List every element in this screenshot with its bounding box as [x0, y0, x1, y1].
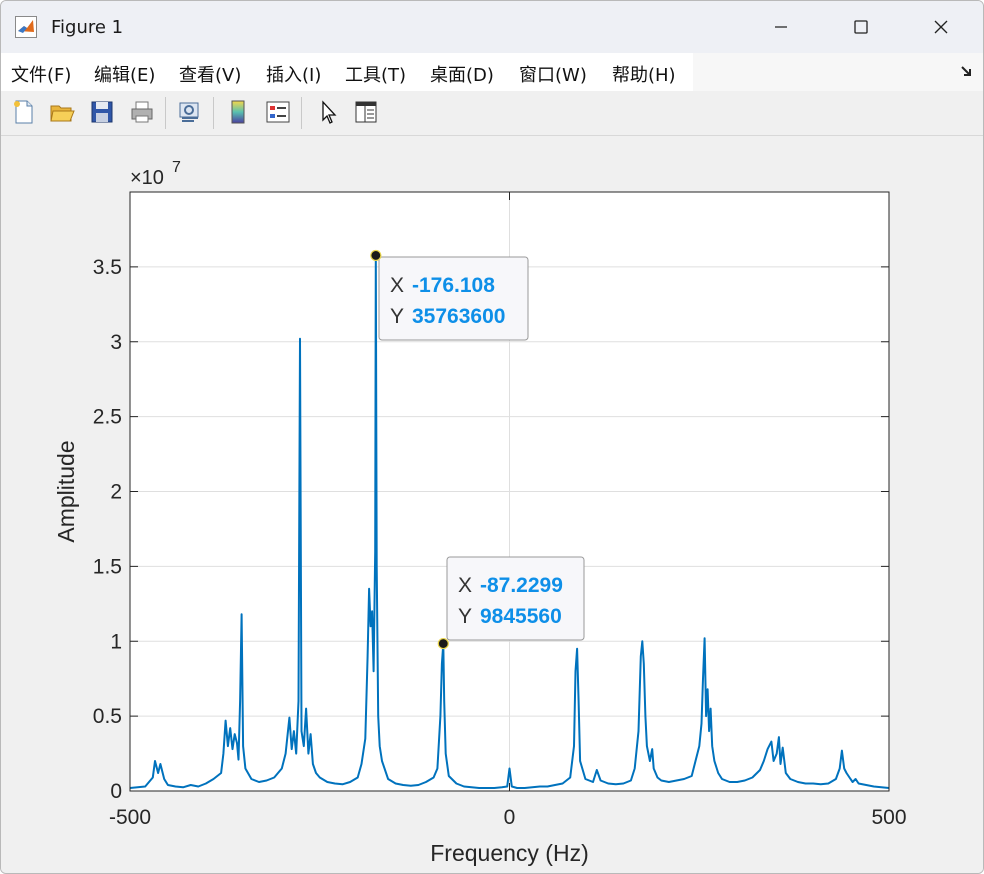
save-button[interactable] — [87, 97, 117, 127]
datatip-y-label: Y — [390, 305, 404, 328]
figure-toolbar — [1, 91, 983, 136]
new-figure-button[interactable] — [9, 97, 39, 127]
close-button[interactable] — [901, 1, 981, 53]
edit-plot-arrow-icon — [322, 100, 337, 124]
new-figure-icon — [14, 100, 33, 124]
print-button[interactable] — [127, 97, 157, 127]
edit-plot-button[interactable] — [313, 97, 343, 127]
open-file-button[interactable] — [47, 97, 77, 127]
y-exponent-label: ×10 — [130, 167, 164, 189]
datatip-x-label: X — [390, 274, 404, 297]
datatip-marker[interactable] — [370, 249, 382, 262]
print-icon — [131, 101, 153, 123]
insert-colorbar-button[interactable] — [223, 97, 253, 127]
property-inspector-icon — [355, 101, 377, 123]
datatip-y-value: 35763600 — [412, 305, 505, 328]
menu-view[interactable]: 查看(V) — [179, 61, 241, 87]
insert-legend-button[interactable] — [263, 97, 293, 127]
datatip-x-value: -87.2299 — [480, 574, 563, 597]
y-tick-label: 1.5 — [93, 555, 122, 578]
minimize-button[interactable] — [741, 1, 821, 53]
matlab-logo-icon — [15, 16, 37, 38]
x-axis-label: Frequency (Hz) — [430, 840, 588, 866]
insert-legend-icon — [266, 101, 290, 123]
menu-desktop[interactable]: 桌面(D) — [430, 61, 494, 87]
figure-canvas: -500 0 500 0 0.5 1 1.5 2 2.5 3 3.5 ×10 7 Frequency (H… — [1, 136, 983, 873]
y-tick-label: 2 — [110, 481, 122, 504]
x-tick-label: 500 — [871, 806, 906, 829]
datatip-x-label: X — [458, 574, 472, 597]
link-plot-icon — [179, 102, 199, 122]
maximize-icon — [854, 20, 868, 34]
save-icon — [91, 101, 113, 123]
open-file-icon — [50, 105, 75, 122]
title-bar: Figure 1 — [1, 1, 983, 53]
maximize-button[interactable] — [821, 1, 901, 53]
property-inspector-button[interactable] — [351, 97, 381, 127]
menu-file[interactable]: 文件(F) — [11, 61, 71, 87]
y-tick-label: 0.5 — [93, 705, 122, 728]
y-tick-label: 2.5 — [93, 406, 122, 429]
close-icon — [934, 20, 948, 34]
plot-canvas[interactable]: -500 0 500 0 0.5 1 1.5 2 2.5 3 3.5 ×10 7 Frequency (H… — [1, 136, 983, 873]
link-plot-button[interactable] — [175, 97, 205, 127]
menu-edit[interactable]: 编辑(E) — [94, 61, 155, 87]
menu-tools[interactable]: 工具(T) — [345, 61, 406, 87]
y-tick-label: 1 — [110, 630, 122, 653]
dock-figure-icon[interactable] — [959, 63, 975, 79]
insert-colorbar-icon — [231, 100, 245, 124]
window-title: Figure 1 — [51, 17, 124, 38]
y-tick-label: 0 — [110, 780, 122, 803]
figure-window: Figure 1 文件(F) 编辑(E) 查看(V) 插入(I) 工具(T) 桌… — [0, 0, 984, 874]
x-tick-label: 0 — [504, 806, 516, 829]
y-exponent-power: 7 — [172, 159, 181, 176]
y-axis-label: Amplitude — [53, 440, 79, 542]
datatip-marker[interactable] — [437, 637, 449, 650]
datatip-y-label: Y — [458, 605, 472, 628]
menu-window[interactable]: 窗口(W) — [519, 61, 587, 87]
menu-bar: 文件(F) 编辑(E) 查看(V) 插入(I) 工具(T) 桌面(D) 窗口(W… — [1, 53, 983, 91]
menu-help[interactable]: 帮助(H) — [612, 61, 676, 87]
datatip-x-value: -176.108 — [412, 274, 495, 297]
y-tick-label: 3 — [110, 331, 122, 354]
menu-insert[interactable]: 插入(I) — [266, 61, 321, 87]
minimize-icon — [775, 26, 787, 28]
x-tick-label: -500 — [109, 806, 151, 829]
datatip-y-value: 9845560 — [480, 605, 562, 628]
y-tick-label: 3.5 — [93, 256, 122, 279]
